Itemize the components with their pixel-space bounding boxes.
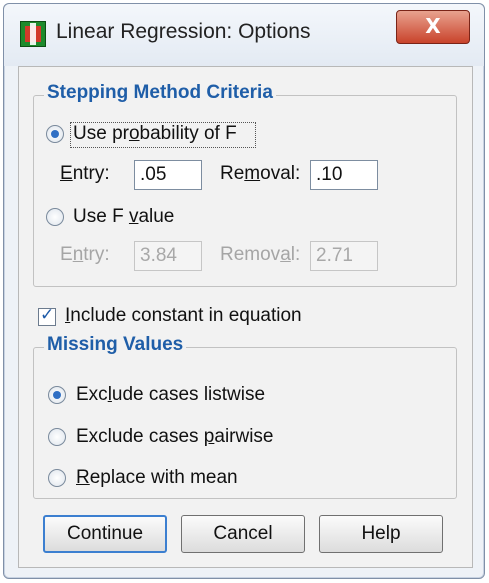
missing-values-legend: Missing Values xyxy=(44,334,187,356)
dialog-content: Stepping Method Criteria Use probability… xyxy=(18,66,473,568)
continue-button[interactable]: Continue xyxy=(43,515,167,553)
stepping-method-legend: Stepping Method Criteria xyxy=(44,82,276,104)
missing-values-group: Missing Values Exclude cases listwise Ex… xyxy=(33,334,457,499)
use-probability-label[interactable]: Use probability of F xyxy=(73,123,237,145)
f-entry-input[interactable] xyxy=(134,241,202,271)
replace-with-mean-label[interactable]: Replace with mean xyxy=(76,467,238,489)
prob-entry-input[interactable] xyxy=(134,160,202,190)
prob-removal-label: Removal: xyxy=(220,163,301,184)
include-constant-label[interactable]: Include constant in equation xyxy=(65,305,302,327)
exclude-pairwise-label[interactable]: Exclude cases pairwise xyxy=(76,426,274,448)
f-removal-label: Removal: xyxy=(220,244,301,265)
spss-app-icon xyxy=(20,21,46,47)
prob-entry-label: Entry: xyxy=(60,163,110,184)
replace-with-mean-radio[interactable] xyxy=(48,469,66,487)
use-f-value-label[interactable]: Use F value xyxy=(73,206,174,228)
window-title: Linear Regression: Options xyxy=(56,20,311,43)
include-constant-checkbox[interactable] xyxy=(38,305,56,326)
f-removal-input[interactable] xyxy=(310,241,378,271)
use-f-value-radio[interactable] xyxy=(46,208,64,226)
cancel-button[interactable]: Cancel xyxy=(181,515,305,553)
use-probability-radio[interactable] xyxy=(46,125,64,143)
exclude-listwise-label[interactable]: Exclude cases listwise xyxy=(76,384,265,406)
stepping-method-group: Stepping Method Criteria Use probability… xyxy=(33,82,457,287)
title-bar[interactable]: Linear Regression: Options X xyxy=(4,4,484,66)
exclude-listwise-radio[interactable] xyxy=(48,386,66,404)
exclude-pairwise-radio[interactable] xyxy=(48,428,66,446)
f-entry-label: Entry: xyxy=(60,244,110,265)
help-button[interactable]: Help xyxy=(319,515,443,553)
close-button[interactable]: X xyxy=(396,10,470,44)
prob-removal-input[interactable] xyxy=(310,160,378,190)
dialog-window: Linear Regression: Options X Stepping Me… xyxy=(3,3,485,579)
